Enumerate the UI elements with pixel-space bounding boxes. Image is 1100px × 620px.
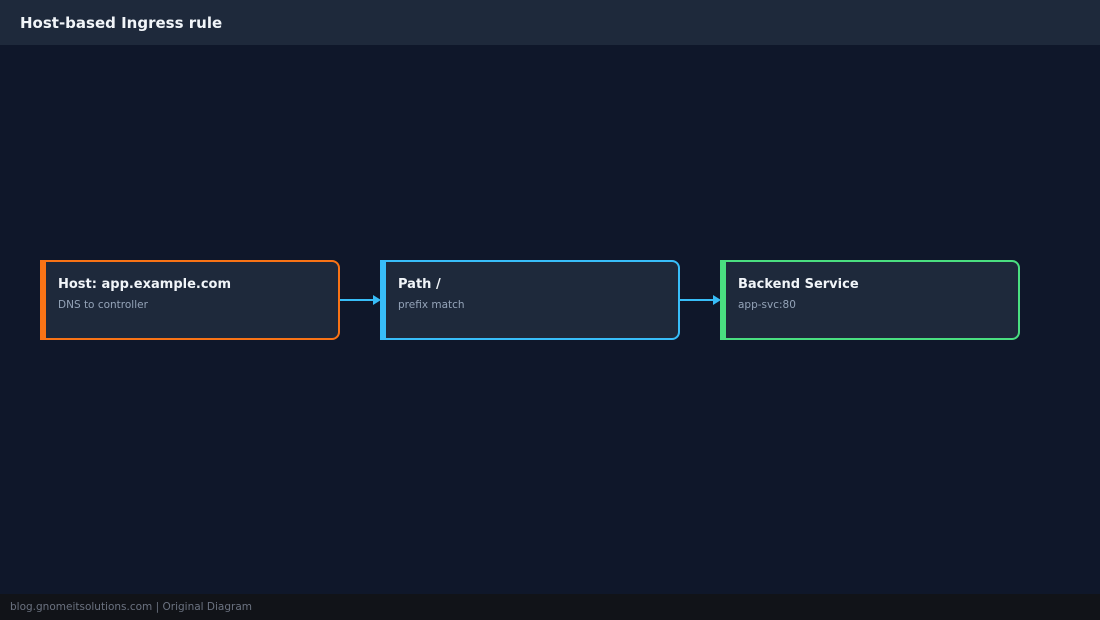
header-bar: Host-based Ingress rule [0,0,1100,45]
footer-bar: blog.gnomeitsolutions.com | Original Dia… [0,594,1100,620]
node-path[interactable]: Path / prefix match [380,260,680,340]
diagram-canvas: Host: app.example.com DNS to controller … [0,45,1100,594]
node-host-title: Host: app.example.com [58,277,232,292]
node-path-title: Path / [398,277,441,292]
diagram-title: Host-based Ingress rule [20,13,223,32]
node-path-subtitle: prefix match [398,299,465,311]
node-backend-title: Backend Service [738,277,859,292]
node-backend-service[interactable]: Backend Service app-svc:80 [720,260,1020,340]
node-backend-subtitle: app-svc:80 [738,299,796,311]
node-host-subtitle: DNS to controller [58,299,148,311]
footer-credit: blog.gnomeitsolutions.com | Original Dia… [10,601,253,613]
node-host[interactable]: Host: app.example.com DNS to controller [40,260,340,340]
